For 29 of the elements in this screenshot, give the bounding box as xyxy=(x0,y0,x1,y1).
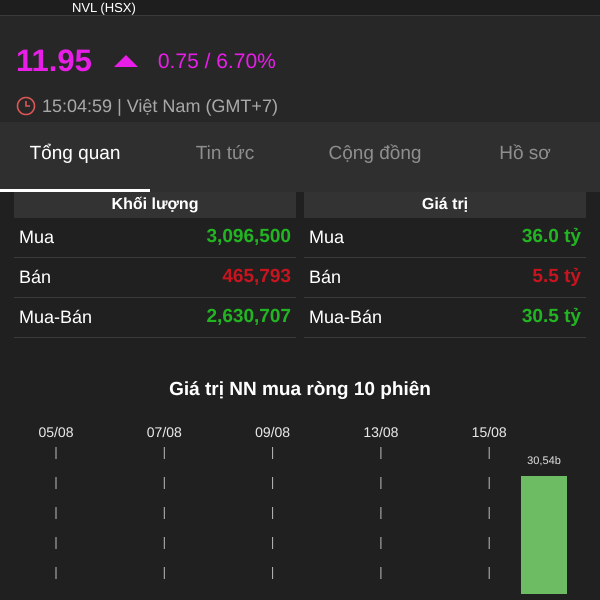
row-label: Bán xyxy=(309,266,342,289)
row-value: 2,630,707 xyxy=(206,305,291,330)
row-value: 3,096,500 xyxy=(206,225,291,250)
row-value: 30.5 tỷ xyxy=(522,305,581,330)
chart-title: Giá trị NN mua ròng 10 phiên xyxy=(169,378,431,402)
tab[interactable]: Cộng đồng xyxy=(300,122,450,192)
date-label: 05/08 xyxy=(38,424,74,440)
table-header: Giá trị xyxy=(304,192,586,218)
stock-title: NVL (HSX) xyxy=(72,1,136,15)
row-label: Bán xyxy=(19,266,52,289)
bar-label: 30,54b xyxy=(527,454,561,466)
row-label: Mua-Bán xyxy=(19,306,92,329)
price-change: 0.75 / 6.70% xyxy=(158,48,276,74)
date-label: 15/08 xyxy=(472,424,507,440)
price: 11.95 xyxy=(16,42,92,80)
date-label: 07/08 xyxy=(146,424,182,440)
tab[interactable]: Tin tức xyxy=(150,122,300,192)
row-label: Mua xyxy=(309,226,344,249)
row-value: 5.5 tỷ xyxy=(532,265,581,290)
row-label: Mua-Bán xyxy=(309,306,382,329)
clock-icon xyxy=(16,96,36,116)
date-label: 13/08 xyxy=(363,424,398,440)
row-value: 36.0 tỷ xyxy=(522,225,581,250)
timestamp: 15:04:59 | Việt Nam (GMT+7) xyxy=(42,94,278,118)
row-label: Mua xyxy=(19,226,54,249)
table-header: Khối lượng xyxy=(14,192,296,218)
tab[interactable]: Hồ sơ xyxy=(450,122,600,192)
row-value: 465,793 xyxy=(222,265,291,290)
date-label: 09/08 xyxy=(255,424,290,440)
